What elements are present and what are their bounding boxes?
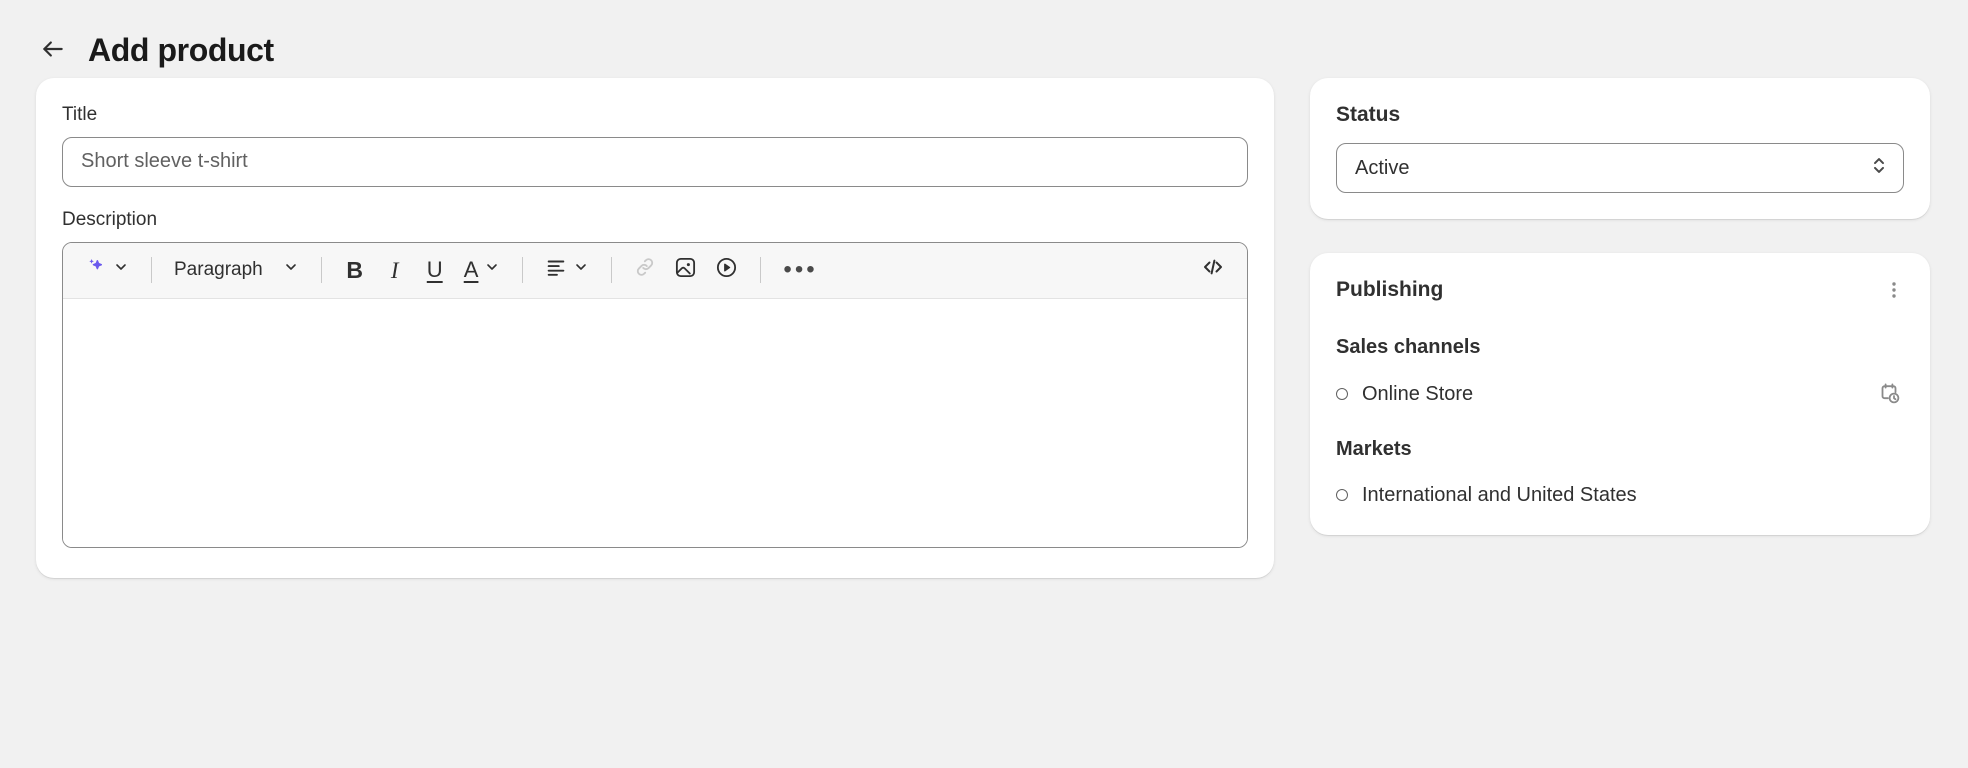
page-layout: Title Description <box>0 78 1968 578</box>
calendar-clock-icon <box>1877 381 1901 408</box>
title-input[interactable] <box>62 136 1248 187</box>
sales-channel-label: Online Store <box>1362 383 1474 406</box>
block-style-label: Paragraph <box>174 259 263 281</box>
chevron-down-icon <box>484 259 500 281</box>
kebab-menu-icon <box>1884 280 1904 303</box>
status-select-wrapper: Active <box>1336 143 1904 194</box>
editor-toolbar: Paragraph B I U A ••• <box>63 242 1247 299</box>
page-header: Add product <box>0 0 1968 78</box>
align-left-icon <box>545 256 567 284</box>
main-column: Title Description <box>36 78 1274 578</box>
sales-channel-row[interactable]: Online Store <box>1336 379 1904 409</box>
chevron-down-icon <box>283 259 299 281</box>
insert-video-button[interactable] <box>707 251 746 289</box>
status-card: Status Active <box>1310 78 1930 220</box>
video-play-icon <box>715 256 738 285</box>
arrow-left-icon <box>40 36 66 65</box>
page-title: Add product <box>88 32 274 68</box>
more-options-button[interactable]: ••• <box>775 251 825 289</box>
ai-assist-button[interactable] <box>77 251 137 289</box>
status-select[interactable]: Active <box>1336 143 1904 194</box>
toolbar-divider <box>320 257 322 284</box>
market-row[interactable]: International and United States <box>1336 481 1904 509</box>
rich-text-editor: Paragraph B I U A ••• <box>62 241 1248 548</box>
description-label: Description <box>62 208 158 230</box>
circle-bullet-icon <box>1336 388 1348 401</box>
sidebar-column: Status Active Publishing Sales channels … <box>1310 78 1930 536</box>
link-icon <box>634 256 656 284</box>
market-label: International and United States <box>1362 484 1637 507</box>
status-card-heading: Status <box>1336 103 1401 126</box>
chevron-down-icon <box>113 259 129 281</box>
italic-icon: I <box>390 257 399 283</box>
circle-bullet-icon <box>1336 489 1348 502</box>
markets-subheading: Markets <box>1336 438 1412 461</box>
code-icon <box>1201 255 1225 285</box>
description-editor-body[interactable] <box>63 298 1247 547</box>
back-button[interactable] <box>36 33 70 67</box>
align-button[interactable] <box>537 251 597 289</box>
sparkle-icon <box>85 256 107 284</box>
sales-channels-subheading: Sales channels <box>1336 336 1481 359</box>
toolbar-divider <box>760 257 762 284</box>
image-icon <box>674 256 697 285</box>
product-details-card: Title Description <box>36 78 1274 578</box>
schedule-publish-button[interactable] <box>1874 379 1904 409</box>
block-style-select[interactable]: Paragraph <box>166 251 307 289</box>
chevron-down-icon <box>573 259 589 281</box>
publishing-menu-button[interactable] <box>1878 275 1910 307</box>
toolbar-divider <box>151 257 152 284</box>
ellipsis-icon: ••• <box>783 255 818 283</box>
status-select-value: Active <box>1355 156 1410 179</box>
title-field-block: Title <box>62 104 1248 187</box>
publishing-card: Publishing Sales channels Online Store M… <box>1310 253 1930 536</box>
description-field-block: Description Paragraph B I U A ••• <box>62 209 1248 548</box>
bold-button[interactable]: B <box>336 251 374 289</box>
code-view-button[interactable] <box>1193 251 1233 289</box>
publishing-card-heading: Publishing <box>1336 278 1444 302</box>
bold-icon: B <box>346 256 364 283</box>
underline-button[interactable]: U <box>416 251 454 289</box>
text-color-icon: A <box>463 257 479 283</box>
underline-icon: U <box>426 257 443 283</box>
publishing-card-header: Publishing <box>1336 277 1904 307</box>
text-color-button[interactable]: A <box>456 251 509 289</box>
italic-button[interactable]: I <box>376 251 414 289</box>
insert-image-button[interactable] <box>666 251 705 289</box>
toolbar-divider <box>611 257 613 284</box>
title-label: Title <box>62 104 98 125</box>
toolbar-divider <box>522 257 524 284</box>
link-button[interactable] <box>626 251 664 289</box>
